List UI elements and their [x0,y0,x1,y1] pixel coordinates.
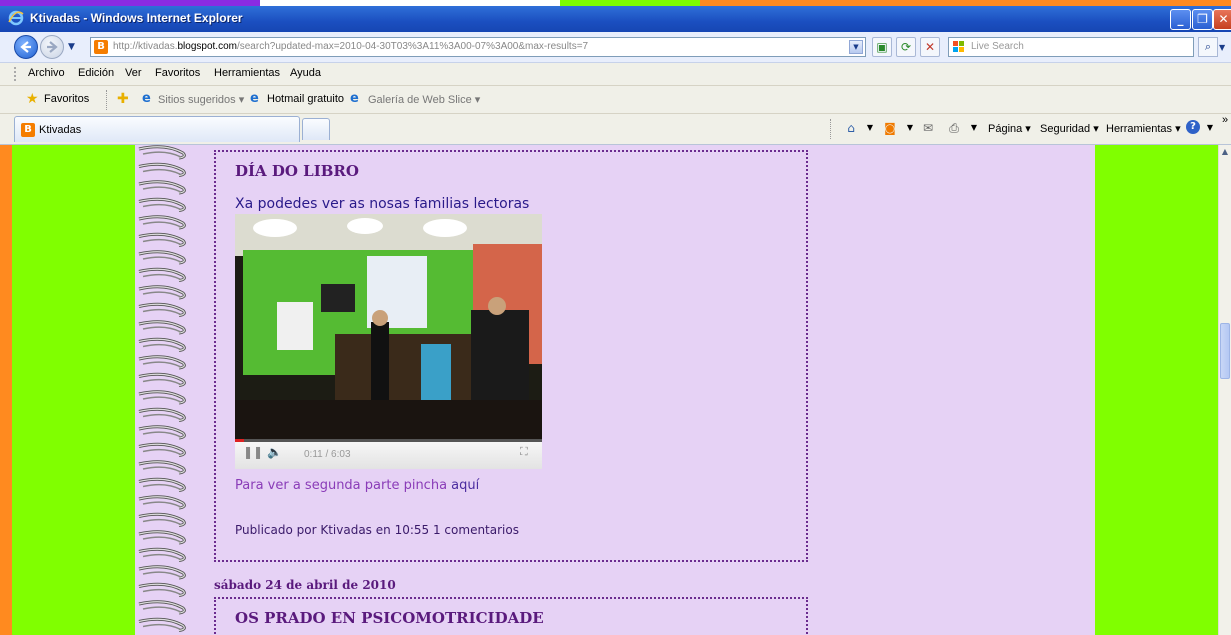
page-viewport: DÍA DO LIBRO Xa podedes ver as nosas fam… [12,145,1218,635]
restore-icon: ❐ [1197,12,1208,26]
stop-icon[interactable]: ✕ [920,37,940,57]
rss-feed-icon[interactable]: ◙ [882,120,898,136]
window-title: Ktivadas - Windows Internet Explorer [30,11,243,25]
web-slice-gallery-link[interactable]: Galería de Web Slice ▾ [368,93,480,106]
menu-archivo[interactable]: Archivo [28,67,65,79]
link-prefix: Para ver a segunda parte pincha [235,478,452,493]
blogger-favicon-icon: B [21,123,35,137]
ie-page-icon: e [350,91,359,106]
post-footer: Publicado por Ktivadas en 10:55 1 coment… [235,523,519,537]
post-text: Xa podedes ver as nosas familias lectora… [235,196,530,212]
blogger-favicon-icon: B [94,40,108,54]
page-menu[interactable]: Página ▾ [988,122,1031,135]
back-button[interactable] [14,35,38,59]
search-button[interactable]: ⌕ [1198,37,1218,57]
suggested-sites-link[interactable]: Sitios sugeridos ▾ [158,93,244,106]
menu-ayuda[interactable]: Ayuda [290,67,321,79]
windows-live-icon [953,41,964,52]
vertical-scrollbar[interactable]: ▲ [1218,145,1231,635]
footer-prefix: Publicado por Ktivadas en [235,523,395,537]
add-to-favorites-icon[interactable]: ✚ [117,92,131,106]
maximize-button[interactable]: ❐ [1192,9,1213,30]
print-icon[interactable]: ⎙ [946,120,962,136]
video-progress-bar[interactable] [235,439,542,442]
tab-label: Ktivadas [39,124,82,136]
search-icon: ⌕ [1204,40,1212,53]
spiral-binding-decoration [135,145,195,635]
comments-link[interactable]: 1 comentarios [433,523,519,537]
url-prefix: http://ktivadas. [113,41,178,52]
minimize-button[interactable]: _ [1170,9,1191,30]
aqui-link[interactable]: aquí [451,478,479,493]
window-title-bar[interactable]: Ktivadas - Windows Internet Explorer _ ❐… [0,6,1231,32]
separator [106,90,108,110]
video-frame-classroom-scene[interactable] [235,214,542,440]
security-menu[interactable]: Seguridad ▾ [1040,122,1099,135]
forward-button[interactable] [40,35,64,59]
close-button[interactable]: ✕ [1213,9,1231,30]
tab-bar: B Ktivadas ⌂ ▼ ◙ ▼ ✉ ⎙ ▼ Página ▾ Seguri… [0,114,1231,145]
post-title[interactable]: OS PRADO EN PSICOMOTRICIDADE [235,609,544,627]
internet-explorer-icon [8,10,24,26]
blog-post: DÍA DO LIBRO Xa podedes ver as nosas fam… [214,150,808,562]
search-options-dropdown-icon[interactable]: ▼ [1219,43,1225,52]
ie-page-icon: e [142,91,151,106]
ie-page-icon: e [250,91,259,106]
print-dropdown-icon[interactable]: ▼ [966,120,982,136]
close-icon: ✕ [1218,12,1229,26]
mail-icon[interactable]: ✉ [920,120,936,136]
back-arrow-icon [20,41,31,53]
separator [830,119,832,139]
url-path: /search?updated-max=2010-04-30T03%3A11%3… [236,41,589,52]
new-tab-button[interactable] [302,118,330,140]
search-box[interactable]: Live Search [948,37,1194,57]
pause-icon[interactable]: ❚❚ [243,445,263,465]
help-icon[interactable]: ? [1186,120,1200,134]
post-title[interactable]: DÍA DO LIBRO [235,162,359,180]
date-header: sábado 24 de abril de 2010 [214,578,396,592]
blog-post: OS PRADO EN PSICOMOTRICIDADE [214,597,808,635]
search-placeholder: Live Search [971,41,1024,52]
home-dropdown-icon[interactable]: ▼ [862,120,878,136]
video-controls: ❚❚ 🔈 0:11 / 6:03 ⛶ [235,439,542,469]
feeds-dropdown-icon[interactable]: ▼ [902,120,918,136]
blog-page: DÍA DO LIBRO Xa podedes ver as nosas fam… [135,145,1095,635]
favorites-button[interactable]: Favoritos [44,93,89,105]
favorites-star-icon: ★ [26,91,39,107]
address-bar[interactable]: B http://ktivadas.blogspot.com/search?up… [90,37,866,57]
home-icon[interactable]: ⌂ [843,120,859,136]
tools-menu[interactable]: Herramientas ▾ [1106,122,1181,135]
forward-arrow-icon [47,41,58,53]
scrollbar-thumb[interactable] [1220,323,1230,379]
help-dropdown-icon[interactable]: ▼ [1202,120,1218,136]
address-toolbar: ▼ B http://ktivadas.blogspot.com/search?… [0,32,1231,63]
video-player[interactable]: ❚❚ 🔈 0:11 / 6:03 ⛶ [235,214,542,469]
tab-ktivadas[interactable]: B Ktivadas [14,116,300,142]
address-dropdown-icon[interactable]: ▼ [849,40,863,54]
menu-bar: Archivo Edición Ver Favoritos Herramient… [0,63,1231,86]
recent-pages-dropdown-icon[interactable]: ▼ [68,42,75,52]
video-progress-fill [235,439,245,442]
menu-edicion[interactable]: Edición [78,67,114,79]
refresh-icon[interactable]: ⟳ [896,37,916,57]
compatibility-view-icon[interactable]: ▣ [872,37,892,57]
volume-icon[interactable]: 🔈 [267,445,282,465]
favorites-bar: ★ Favoritos ✚ e Sitios sugeridos ▾ e Hot… [0,86,1231,114]
address-url[interactable]: http://ktivadas.blogspot.com/search?upda… [113,41,588,52]
scroll-up-icon[interactable]: ▲ [1220,147,1230,159]
menu-ver[interactable]: Ver [125,67,142,79]
fullscreen-icon[interactable]: ⛶ [520,445,528,465]
post-time-link[interactable]: 10:55 [395,523,430,537]
menu-favoritos[interactable]: Favoritos [155,67,200,79]
second-part-link-text: Para ver a segunda parte pincha aquí [235,478,479,493]
video-time: 0:11 / 6:03 [304,449,351,460]
hotmail-link[interactable]: Hotmail gratuito [267,93,344,105]
menu-herramientas[interactable]: Herramientas [214,67,280,79]
minimize-icon: _ [1177,12,1184,26]
toolbar-grip [14,67,18,81]
url-host: blogspot.com [177,41,237,52]
more-commands-chevron[interactable]: » [1222,114,1228,126]
